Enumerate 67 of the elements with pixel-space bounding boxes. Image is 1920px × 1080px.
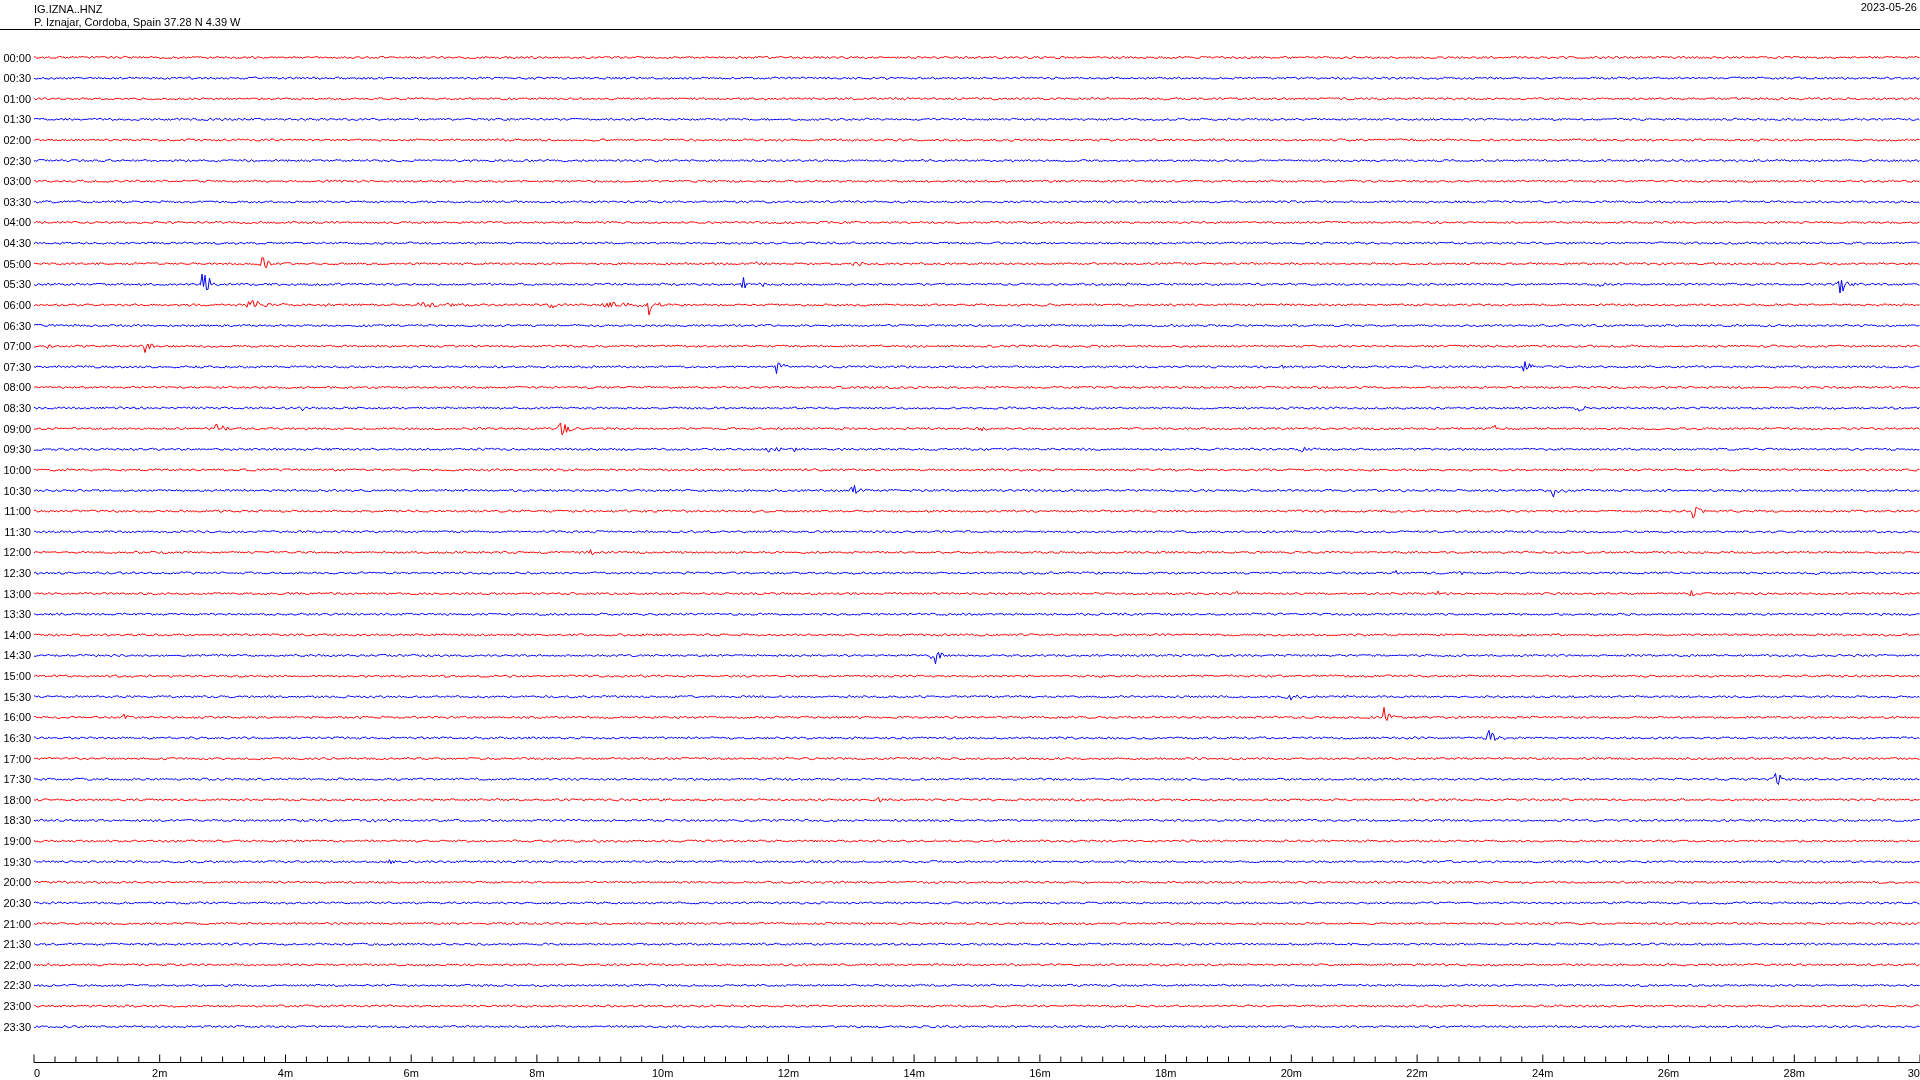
time-label: 14:30 — [3, 649, 31, 662]
time-label: 05:00 — [3, 257, 31, 270]
time-label: 04:00 — [3, 216, 31, 229]
time-label: 18:30 — [3, 814, 31, 827]
plot-date: 2023-05-26 — [1860, 0, 1917, 13]
time-label: 16:00 — [3, 711, 31, 724]
time-label: 09:30 — [3, 443, 31, 456]
tick-label: 4m — [277, 1067, 294, 1079]
time-label: 23:30 — [3, 1020, 31, 1033]
tick-label: 30 — [1907, 1067, 1920, 1079]
time-label: 15:00 — [3, 670, 31, 683]
station-code: IG.IZNA..HNZ — [34, 3, 103, 15]
time-label: 09:00 — [3, 422, 31, 435]
time-label: 07:30 — [3, 360, 31, 373]
time-label: 15:30 — [3, 690, 31, 703]
time-label: 19:30 — [3, 855, 31, 868]
time-label: 06:30 — [3, 319, 31, 332]
tick-label: 2m — [152, 1067, 168, 1079]
time-label: 07:00 — [3, 340, 31, 353]
tick-label: 0 — [34, 1067, 41, 1079]
time-label: 10:30 — [3, 484, 31, 497]
time-label: 02:00 — [3, 134, 31, 146]
tick-label: 18m — [1154, 1067, 1177, 1079]
time-label: 17:30 — [3, 773, 31, 786]
time-label: 11:00 — [4, 505, 31, 518]
time-label: 06:00 — [3, 298, 31, 311]
time-label: 03:30 — [3, 195, 31, 208]
time-label: 12:00 — [3, 546, 31, 559]
time-label: 12:30 — [3, 567, 31, 579]
time-label: 21:00 — [3, 917, 31, 930]
tick-label: 6m — [403, 1067, 419, 1079]
time-label: 04:30 — [3, 237, 31, 250]
time-label: 23:00 — [3, 1000, 31, 1012]
tick-label: 14m — [903, 1067, 925, 1079]
time-label: 00:00 — [3, 51, 31, 64]
time-label: 17:00 — [3, 752, 31, 765]
time-label: 01:30 — [3, 113, 31, 126]
time-label: 01:00 — [3, 92, 31, 105]
tick-label: 8m — [529, 1067, 545, 1079]
time-label: 08:00 — [3, 381, 31, 394]
time-label: 22:00 — [3, 958, 31, 971]
time-label: 22:30 — [3, 979, 31, 992]
time-label: 13:30 — [3, 608, 31, 621]
time-label: 18:00 — [3, 793, 31, 806]
time-label: 20:30 — [3, 896, 31, 909]
time-label: 05:30 — [3, 278, 31, 291]
time-label: 13:00 — [3, 587, 31, 600]
tick-label: 26m — [1657, 1067, 1680, 1079]
tick-label: 24m — [1532, 1067, 1554, 1079]
time-label: 03:00 — [3, 175, 31, 188]
time-label: 00:30 — [3, 72, 31, 85]
time-label: 10:00 — [3, 463, 31, 476]
time-label: 08:30 — [3, 402, 31, 415]
station-location: P. Iznajar, Cordoba, Spain 37.28 N 4.39 W — [34, 16, 241, 28]
time-label: 14:00 — [3, 628, 31, 641]
time-label: 19:00 — [3, 835, 31, 848]
time-label: 02:30 — [3, 154, 31, 167]
tick-label: 16m — [1029, 1067, 1051, 1079]
time-label: 16:30 — [3, 731, 31, 744]
tick-label: 20m — [1280, 1067, 1303, 1079]
tick-label: 10m — [651, 1067, 674, 1079]
time-label: 11:30 — [4, 525, 31, 538]
time-label: 20:00 — [3, 876, 31, 889]
time-label: 21:30 — [3, 938, 31, 951]
tick-label: 28m — [1783, 1067, 1805, 1079]
tick-label: 12m — [777, 1067, 800, 1079]
tick-label: 22m — [1406, 1067, 1428, 1079]
